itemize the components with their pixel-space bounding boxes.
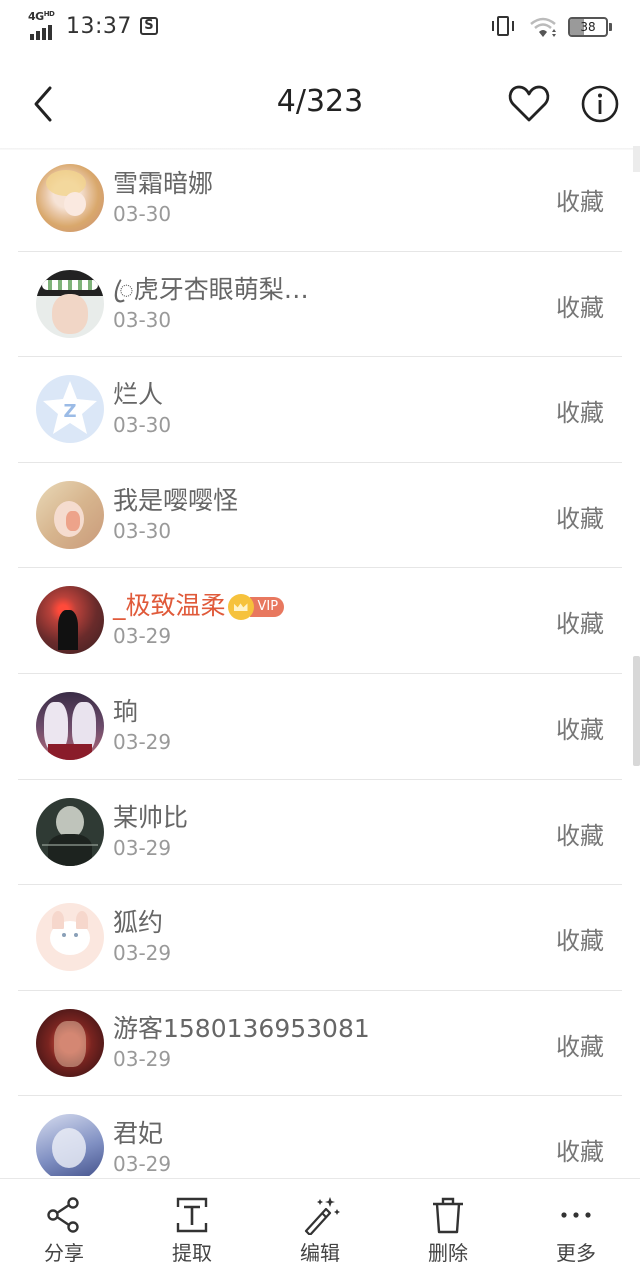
avatar[interactable] xyxy=(36,797,104,866)
user-name: 烂人 xyxy=(113,380,164,410)
bottom-toolbar: 分享 提取 编辑 删除 更多 xyxy=(0,1178,640,1276)
collect-button[interactable]: 收藏 xyxy=(556,1132,604,1167)
svg-text:Z: Z xyxy=(63,401,76,422)
list-item[interactable]: 君妃 03-29 收藏 xyxy=(18,1096,622,1176)
battery-icon: 38 xyxy=(568,17,612,37)
list-item[interactable]: 游客1580136953081 03-29 收藏 xyxy=(18,991,622,1097)
avatar[interactable] xyxy=(36,586,104,655)
notification-icon: S xyxy=(139,17,158,35)
extract-text-icon xyxy=(176,1197,208,1233)
user-name: 游客1580136953081 xyxy=(113,1013,370,1043)
date: 03-29 xyxy=(113,1046,172,1071)
avatar[interactable] xyxy=(36,1114,104,1176)
favorite-button[interactable] xyxy=(506,82,552,126)
date: 03-29 xyxy=(113,941,172,966)
list-item[interactable]: 狐约 03-29 收藏 xyxy=(18,885,622,991)
more-icon xyxy=(561,1212,591,1218)
avatar[interactable] xyxy=(36,903,104,972)
collect-button[interactable]: 收藏 xyxy=(556,499,604,534)
status-bar: 4GHD 13:37 S 38 xyxy=(0,0,640,56)
user-name: 珦 xyxy=(113,696,139,726)
wifi-icon xyxy=(528,16,558,38)
scroll-track xyxy=(633,146,640,172)
collect-button[interactable]: 收藏 xyxy=(556,816,604,851)
date: 03-29 xyxy=(113,729,172,754)
more-button[interactable]: 更多 xyxy=(512,1179,640,1276)
collect-button[interactable]: 收藏 xyxy=(556,921,604,956)
vip-badge: VIP xyxy=(249,597,285,618)
delete-button[interactable]: 删除 xyxy=(384,1179,512,1276)
status-time: 13:37 xyxy=(66,13,132,39)
edit-button[interactable]: 编辑 xyxy=(256,1179,384,1276)
date: 03-30 xyxy=(113,202,172,226)
user-name: 君妃 xyxy=(113,1119,164,1149)
date: 03-30 xyxy=(113,307,172,332)
collect-button[interactable]: 收藏 xyxy=(556,393,604,428)
default-avatar-icon: Z xyxy=(43,381,97,435)
info-button[interactable] xyxy=(580,84,620,124)
heart-icon xyxy=(508,85,550,122)
magic-wand-icon xyxy=(304,1197,340,1235)
collect-button[interactable]: 收藏 xyxy=(556,710,604,745)
user-list[interactable]: 雪霜暗娜 03-30 收藏 ꦿ虎牙杏眼萌梨… 03-30 收藏 Z 烂人 03-… xyxy=(0,146,640,1176)
list-item[interactable]: 某帅比 03-29 收藏 xyxy=(18,780,622,886)
date: 03-30 xyxy=(113,413,172,438)
share-button[interactable]: 分享 xyxy=(0,1179,128,1276)
list-item[interactable]: 我是嘤嘤怪 03-30 收藏 xyxy=(18,463,622,569)
date: 03-30 xyxy=(113,518,172,543)
collect-button[interactable]: 收藏 xyxy=(556,182,604,217)
collect-button[interactable]: 收藏 xyxy=(556,604,604,639)
crown-icon xyxy=(227,594,254,621)
header: 4/323 xyxy=(0,56,640,150)
list-item[interactable]: 珦 03-29 收藏 xyxy=(18,674,622,780)
avatar[interactable] xyxy=(36,691,104,760)
collect-button[interactable]: 收藏 xyxy=(556,1027,604,1062)
signal-icon: 4GHD xyxy=(28,10,60,40)
avatar[interactable] xyxy=(36,480,104,549)
collect-button[interactable]: 收藏 xyxy=(556,288,604,323)
vibrate-icon xyxy=(492,14,514,40)
user-name: 某帅比 xyxy=(113,802,189,832)
date: 03-29 xyxy=(113,1152,172,1176)
list-item[interactable]: _极致温柔 VIP 03-29 收藏 xyxy=(18,568,622,674)
avatar[interactable]: Z xyxy=(36,375,104,444)
info-icon xyxy=(581,85,619,123)
list-item[interactable]: 雪霜暗娜 03-30 收藏 xyxy=(18,146,622,252)
share-icon xyxy=(47,1197,79,1233)
list-item[interactable]: ꦿ虎牙杏眼萌梨… 03-30 收藏 xyxy=(18,252,622,358)
date: 03-29 xyxy=(113,624,172,649)
user-name: 雪霜暗娜 xyxy=(113,169,214,198)
scrollbar-thumb[interactable] xyxy=(633,656,640,766)
list-item[interactable]: Z 烂人 03-30 收藏 xyxy=(18,357,622,463)
user-name: _极致温柔 VIP xyxy=(113,586,285,622)
avatar[interactable] xyxy=(36,164,104,232)
date: 03-29 xyxy=(113,835,172,860)
avatar[interactable] xyxy=(36,269,104,338)
avatar[interactable] xyxy=(36,1008,104,1077)
user-name: 我是嘤嘤怪 xyxy=(113,485,239,515)
trash-icon xyxy=(433,1197,463,1234)
extract-button[interactable]: 提取 xyxy=(128,1179,256,1276)
user-name: 狐约 xyxy=(113,908,164,938)
